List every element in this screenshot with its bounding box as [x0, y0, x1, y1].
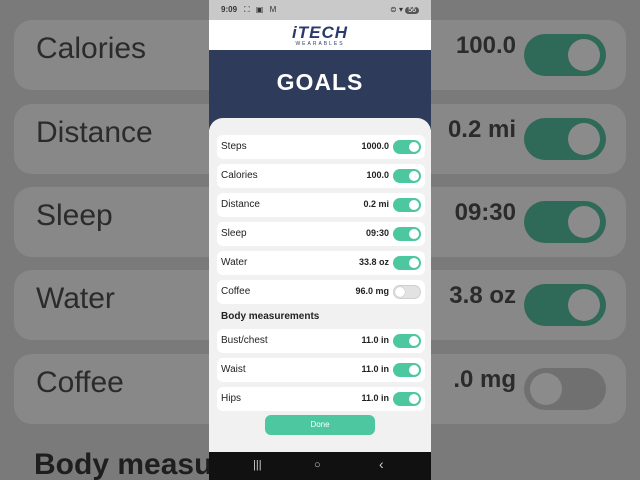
- done-button[interactable]: Done: [265, 415, 375, 435]
- goal-row-coffee[interactable]: Coffee 96.0 mg: [217, 280, 425, 304]
- bg-row-value: 09:30: [454, 199, 516, 226]
- app-header: iTECH WEARABLES: [209, 20, 431, 50]
- bg-row-label: Calories: [36, 32, 147, 65]
- goal-label: Sleep: [221, 228, 247, 239]
- goal-value[interactable]: 0.2 mi: [363, 199, 389, 209]
- goal-value[interactable]: 96.0 mg: [355, 286, 389, 296]
- bg-row-label: Water: [36, 282, 115, 315]
- notification-icons: ⛶ ▣ M: [244, 5, 279, 14]
- bg-row-label: Coffee: [36, 366, 124, 399]
- goal-label: Coffee: [221, 286, 251, 297]
- goal-toggle[interactable]: [393, 198, 421, 212]
- bg-row-value: 0.2 mi: [447, 116, 516, 143]
- page-title: GOALS: [276, 69, 364, 95]
- bg-row-value: .0 mg: [453, 366, 516, 393]
- measure-toggle[interactable]: [393, 392, 421, 406]
- system-icons: ⊜ ▾ 56: [390, 5, 419, 14]
- system-nav-bar: ||| ○ ‹: [209, 452, 431, 480]
- measure-value[interactable]: 11.0 in: [361, 364, 389, 374]
- phone-screen: 9:09 ⛶ ▣ M ⊜ ▾ 56 iTECH WEARABLES GOALS …: [209, 0, 431, 480]
- goal-label: Calories: [221, 170, 258, 181]
- brand-tagline: WEARABLES: [295, 41, 345, 47]
- body-measurements-heading: Body measurements: [221, 311, 320, 322]
- goal-toggle[interactable]: [393, 227, 421, 241]
- goal-value[interactable]: 100.0: [366, 170, 389, 180]
- goal-toggle[interactable]: [393, 256, 421, 270]
- signal-icon: ⊜ ▾: [390, 5, 403, 14]
- goal-value[interactable]: 33.8 oz: [359, 257, 389, 267]
- goal-label: Distance: [221, 199, 260, 210]
- measure-toggle[interactable]: [393, 334, 421, 348]
- status-time: 9:09: [221, 5, 238, 14]
- bg-toggle: [524, 284, 606, 326]
- goal-value[interactable]: 1000.0: [361, 141, 389, 151]
- goal-label: Steps: [221, 141, 247, 152]
- goal-toggle[interactable]: [393, 169, 421, 183]
- measure-row-hips[interactable]: Hips 11.0 in: [217, 387, 425, 411]
- bg-toggle: [524, 34, 606, 76]
- measure-label: Bust/chest: [221, 335, 268, 346]
- brand-logo: iTECH: [292, 23, 348, 42]
- goal-row-sleep[interactable]: Sleep 09:30: [217, 222, 425, 246]
- recents-icon[interactable]: |||: [253, 459, 262, 471]
- bg-section-heading: Body measu: [34, 448, 213, 480]
- goal-toggle[interactable]: [393, 285, 421, 299]
- bg-toggle: [524, 368, 606, 410]
- bg-row-label: Distance: [36, 116, 153, 149]
- measure-value[interactable]: 11.0 in: [361, 335, 389, 345]
- home-icon[interactable]: ○: [314, 459, 321, 471]
- bg-row-value: 3.8 oz: [449, 282, 516, 309]
- battery-icon: 56: [405, 7, 419, 14]
- goal-toggle[interactable]: [393, 140, 421, 154]
- bg-row-value: 100.0: [455, 32, 516, 59]
- measure-label: Waist: [221, 364, 246, 375]
- measure-row-waist[interactable]: Waist 11.0 in: [217, 358, 425, 382]
- goal-value[interactable]: 09:30: [366, 228, 389, 238]
- goal-row-distance[interactable]: Distance 0.2 mi: [217, 193, 425, 217]
- goal-row-water[interactable]: Water 33.8 oz: [217, 251, 425, 275]
- back-icon[interactable]: ‹: [379, 456, 384, 472]
- measure-toggle[interactable]: [393, 363, 421, 377]
- status-bar: 9:09 ⛶ ▣ M ⊜ ▾ 56: [209, 0, 431, 20]
- measure-row-bust[interactable]: Bust/chest 11.0 in: [217, 329, 425, 353]
- bg-toggle: [524, 201, 606, 243]
- goal-row-calories[interactable]: Calories 100.0: [217, 164, 425, 188]
- goal-row-steps[interactable]: Steps 1000.0: [217, 135, 425, 159]
- goal-label: Water: [221, 257, 248, 268]
- measure-label: Hips: [221, 393, 242, 404]
- bg-row-label: Sleep: [36, 199, 113, 232]
- measure-value[interactable]: 11.0 in: [361, 393, 389, 403]
- bg-toggle: [524, 118, 606, 160]
